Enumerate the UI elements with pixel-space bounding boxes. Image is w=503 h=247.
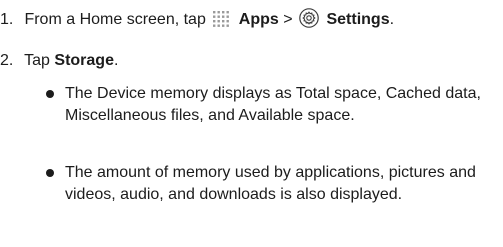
step-end: .: [113, 52, 119, 69]
bullet-dot-icon: [46, 90, 54, 98]
step-1: 1. From a Home screen, tap Apps > Settin…: [0, 8, 394, 34]
apps-grid-icon: [212, 10, 230, 34]
settings-label: Settings: [326, 11, 390, 28]
bullet-list-1: The Device memory displays as Total spac…: [46, 83, 501, 127]
step-2: 2. Tap Storage.: [0, 51, 118, 71]
bullet-list-2: The amount of memory used by application…: [46, 162, 501, 206]
bullet-text: The amount of memory used by application…: [65, 164, 476, 203]
step-text: Tap: [24, 52, 50, 69]
bullet-dot-icon: [46, 169, 54, 177]
bullet-text: The Device memory displays as Total spac…: [65, 85, 481, 124]
step-text: From a Home screen, tap: [24, 11, 206, 28]
settings-gear-icon: [299, 8, 319, 34]
bullet-item: The amount of memory used by application…: [46, 162, 501, 206]
bullet-item: The Device memory displays as Total spac…: [46, 83, 501, 127]
step-end: .: [389, 11, 395, 28]
step-number: 2.: [0, 52, 14, 69]
apps-label: Apps: [238, 11, 279, 28]
menu-separator: >: [283, 11, 293, 28]
storage-label: Storage: [54, 52, 114, 69]
step-number: 1.: [0, 11, 14, 28]
